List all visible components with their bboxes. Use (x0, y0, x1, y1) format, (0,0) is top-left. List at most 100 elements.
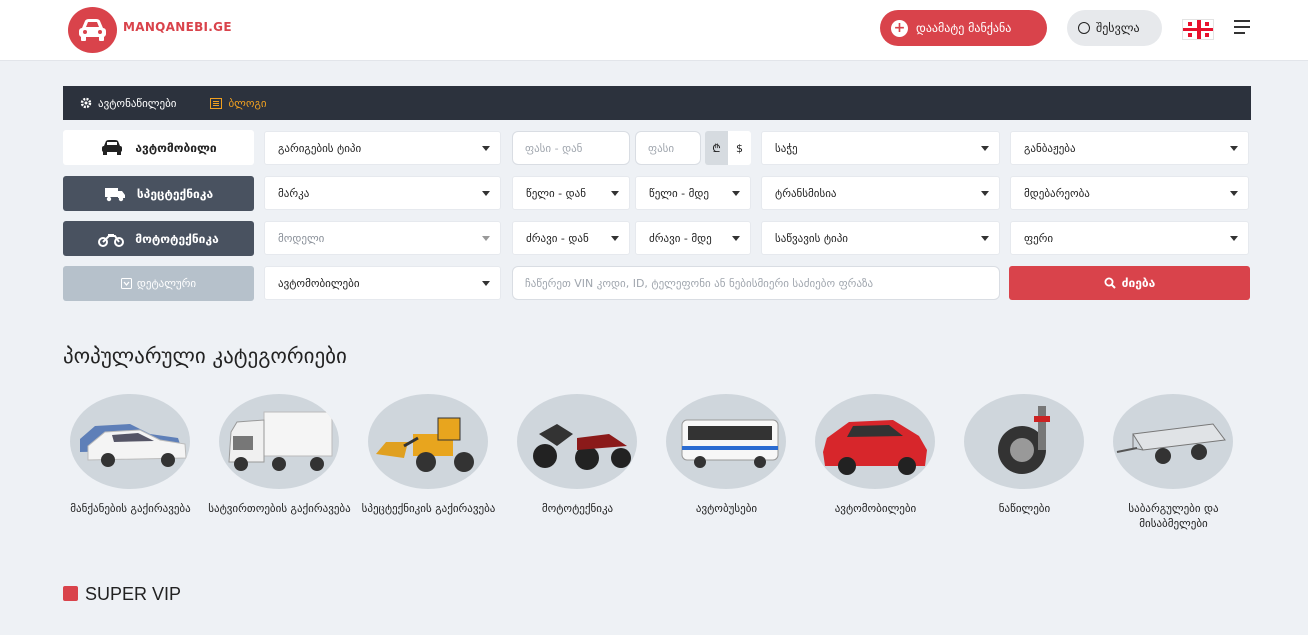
category-label: ავტობუსები (695, 502, 758, 515)
steering-select[interactable]: საჭე (761, 131, 1000, 165)
engine-to-select[interactable]: ძრავი - მდე (635, 221, 751, 255)
chevron-down-icon (611, 191, 619, 196)
color-select[interactable]: ფერი (1010, 221, 1249, 255)
category-select[interactable]: ავტომობილები (264, 266, 501, 300)
model-value: მოდელი (278, 231, 325, 245)
super-vip-title: SUPER VIP (85, 584, 182, 604)
model-select[interactable]: მოდელი (264, 221, 501, 255)
year-from-value: წელი - დან (526, 186, 586, 200)
deal-type-value: გარიგების ტიპი (278, 141, 362, 155)
deal-type-select[interactable]: გარიგების ტიპი (264, 131, 501, 165)
engine-to-value: ძრავი - მდე (649, 231, 712, 245)
engine-from-select[interactable]: ძრავი - დან (512, 221, 630, 255)
tab-car[interactable]: ავტომობილი (63, 130, 254, 165)
chevron-down-icon (981, 146, 989, 151)
chevron-down-icon (482, 236, 490, 241)
chevron-down-icon (1230, 191, 1238, 196)
chevron-down-icon (1230, 236, 1238, 241)
truck-rental-image (219, 394, 339, 489)
search-button[interactable]: ძიება (1009, 266, 1250, 300)
car-icon (102, 140, 123, 155)
chevron-down-icon (732, 191, 740, 196)
currency-usd-toggle[interactable]: $ (728, 131, 751, 165)
category-label: სპეცტექნიკის გაქირავება (361, 502, 496, 515)
category-label: სატვირთოების გაქირავება (208, 502, 351, 515)
login-label: შესვლა (1096, 21, 1140, 35)
user-icon (1078, 22, 1090, 34)
make-select[interactable]: მარკა (264, 176, 501, 210)
search-icon (1104, 277, 1116, 289)
chevron-down-icon (981, 191, 989, 196)
top-nav: ავტონაწილები ბლოგი (63, 86, 1251, 120)
chevron-down-icon (611, 236, 619, 241)
nav-item-parts[interactable]: ავტონაწილები (80, 97, 176, 110)
chevron-down-icon (1230, 146, 1238, 151)
location-select[interactable]: მდებარეობა (1010, 176, 1249, 210)
special-equipment-image (368, 394, 488, 489)
currency-lari-label: ₾ (712, 141, 721, 155)
transmission-value: ტრანსმისია (775, 186, 837, 200)
detailed-search-label: დეტალური (136, 277, 197, 290)
super-vip-icon (63, 586, 78, 601)
fuel-type-select[interactable]: საწვავის ტიპი (761, 221, 1000, 255)
category-value: ავტომობილები (278, 276, 360, 290)
chevron-down-icon (482, 281, 490, 286)
list-icon (210, 97, 223, 109)
category-label: ნაწილები (998, 502, 1051, 515)
moto-image (517, 394, 637, 489)
year-from-select[interactable]: წელი - დან (512, 176, 630, 210)
price-to-input[interactable]: ფასი (635, 131, 701, 165)
logo-car-icon[interactable] (68, 7, 117, 53)
currency-usd-label: $ (736, 141, 743, 155)
nav-item-label: ავტონაწილები (98, 96, 177, 110)
search-placeholder: ჩაწერეთ VIN კოდი, ID, ტელეფონი ან ნებისმ… (525, 276, 874, 290)
add-car-button[interactable]: + დაამატე მანქანა (880, 10, 1047, 46)
category-label: ავტომობილები (834, 502, 917, 515)
chevron-down-icon (482, 191, 490, 196)
logo-text[interactable]: MANQANEBI.GE (123, 20, 232, 34)
plus-icon: + (891, 19, 908, 37)
detailed-search-button[interactable]: დეტალური (63, 266, 254, 301)
nav-item-label: ბლოგი (228, 96, 267, 110)
fuel-type-value: საწვავის ტიპი (775, 231, 848, 245)
chevron-down-icon (482, 146, 490, 151)
transmission-select[interactable]: ტრანსმისია (761, 176, 1000, 210)
category-label: მოტოტექნიკა (541, 502, 614, 515)
tab-moto[interactable]: მოტოტექნიკა (63, 221, 254, 256)
popular-categories-title: პოპულარული კატეგორიები (63, 344, 347, 368)
cars-image (815, 394, 935, 489)
tab-special[interactable]: სპეცტექნიკა (63, 176, 254, 211)
year-to-select[interactable]: წელი - მდე (635, 176, 751, 210)
price-from-input[interactable]: ფასი - დან (512, 131, 630, 165)
car-rental-image (70, 394, 190, 489)
tab-special-label: სპეცტექნიკა (136, 186, 214, 201)
login-button[interactable]: შესვლა (1067, 10, 1162, 46)
hamburger-menu-icon[interactable] (1234, 20, 1250, 38)
search-button-label: ძიება (1121, 276, 1156, 290)
currency-lari-toggle[interactable]: ₾ (705, 131, 728, 165)
gear-icon (80, 97, 92, 109)
engine-from-value: ძრავი - დან (526, 231, 589, 245)
bus-image (666, 394, 786, 489)
georgia-flag-icon[interactable] (1182, 19, 1214, 40)
color-value: ფერი (1024, 231, 1054, 245)
location-value: მდებარეობა (1024, 186, 1090, 200)
price-to-placeholder: ფასი (648, 141, 675, 155)
steering-value: საჭე (775, 141, 798, 155)
category-label: მანქანების გაქირავება (70, 502, 191, 515)
customs-select[interactable]: განბაჟება (1010, 131, 1249, 165)
tab-car-label: ავტომობილი (135, 140, 217, 155)
site-header: MANQANEBI.GE + დაამატე მანქანა შესვლა (0, 0, 1308, 61)
add-car-label: დაამატე მანქანა (916, 21, 1012, 35)
make-value: მარკა (278, 186, 310, 200)
chevron-down-icon (981, 236, 989, 241)
category-label: საბარგულები და მისაბმელები (1128, 502, 1219, 530)
customs-value: განბაჟება (1024, 141, 1076, 155)
search-input[interactable]: ჩაწერეთ VIN კოდი, ID, ტელეფონი ან ნებისმ… (512, 266, 1000, 300)
parts-image (964, 394, 1084, 489)
trailer-image (1113, 394, 1233, 489)
year-to-value: წელი - მდე (649, 186, 709, 200)
price-from-placeholder: ფასი - დან (525, 141, 583, 155)
nav-item-blog[interactable]: ბლოგი (210, 96, 267, 110)
tab-moto-label: მოტოტექნიკა (135, 231, 219, 246)
